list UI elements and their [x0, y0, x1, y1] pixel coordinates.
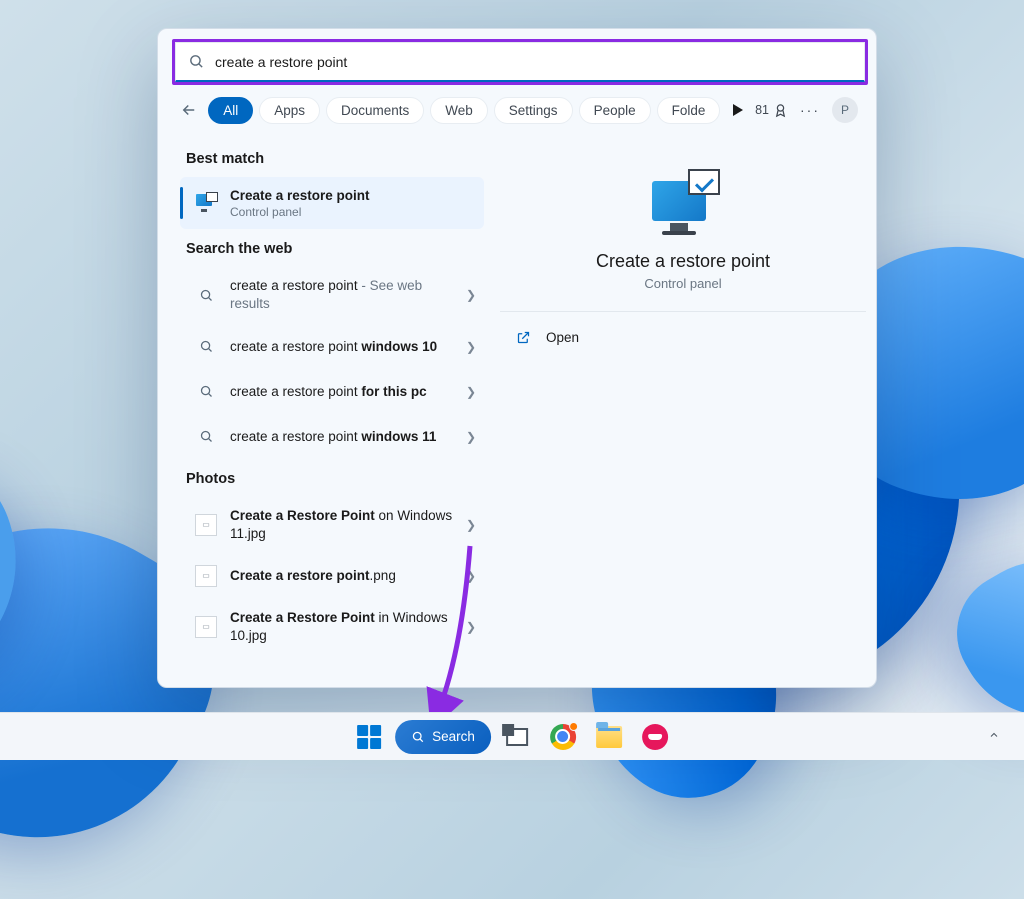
- photo-result[interactable]: ▭ Create a Restore Point on Windows 11.j…: [180, 497, 484, 553]
- arrow-left-icon: [180, 101, 198, 119]
- section-photos: Photos: [186, 471, 484, 487]
- open-action[interactable]: Open: [510, 318, 856, 356]
- tray-overflow-button[interactable]: [978, 723, 1010, 750]
- result-title: create a restore point - See web results: [230, 277, 460, 313]
- chevron-up-icon: [988, 729, 1000, 741]
- web-result[interactable]: create a restore point - See web results…: [180, 267, 484, 323]
- app-icon: [642, 724, 668, 750]
- web-result[interactable]: create a restore point windows 11 ❯: [180, 415, 484, 459]
- taskbar-search-label: Search: [432, 729, 475, 744]
- search-icon: [194, 335, 218, 359]
- results-column: Best match Create a restore point Contro…: [166, 133, 488, 657]
- restore-point-large-icon: [646, 169, 720, 235]
- taskbar-search-button[interactable]: Search: [395, 720, 491, 754]
- open-label: Open: [546, 330, 579, 345]
- result-title: create a restore point windows 11: [230, 428, 460, 446]
- filter-folders[interactable]: Folde: [657, 97, 721, 124]
- search-icon: [188, 53, 205, 70]
- chevron-right-icon: ❯: [466, 385, 476, 399]
- image-thumb-icon: ▭: [194, 564, 218, 588]
- app-button[interactable]: [635, 717, 675, 757]
- search-icon: [194, 380, 218, 404]
- chevron-right-icon: ❯: [466, 620, 476, 634]
- search-icon: [194, 283, 218, 307]
- search-icon: [194, 425, 218, 449]
- more-options[interactable]: ···: [800, 102, 820, 118]
- medal-icon: [773, 103, 788, 118]
- chevron-right-icon: ❯: [466, 430, 476, 444]
- filter-web[interactable]: Web: [430, 97, 488, 124]
- photo-result[interactable]: ▭ Create a Restore Point in Windows 10.j…: [180, 599, 484, 655]
- preview-subtitle: Control panel: [510, 276, 856, 291]
- windows-icon: [357, 725, 381, 749]
- open-icon: [514, 328, 532, 346]
- restore-point-icon: [194, 191, 218, 215]
- chevron-right-icon: ❯: [466, 518, 476, 532]
- preview-column: Create a restore point Control panel Ope…: [488, 133, 868, 657]
- user-avatar[interactable]: P: [832, 97, 858, 123]
- file-explorer-icon: [596, 726, 622, 748]
- section-best-match: Best match: [186, 151, 484, 167]
- chevron-right-icon: ❯: [466, 569, 476, 583]
- chrome-icon: [550, 724, 576, 750]
- result-subtitle: Control panel: [230, 205, 476, 219]
- filter-settings[interactable]: Settings: [494, 97, 573, 124]
- web-result[interactable]: create a restore point windows 10 ❯: [180, 325, 484, 369]
- result-title: Create a Restore Point on Windows 11.jpg: [230, 507, 460, 543]
- search-icon: [411, 730, 425, 744]
- divider: [500, 311, 866, 312]
- chevron-right-icon: ❯: [466, 288, 476, 302]
- task-view-icon: [506, 728, 528, 746]
- search-bar[interactable]: [175, 42, 865, 82]
- search-highlight: [172, 39, 868, 85]
- chevron-right-icon: ❯: [466, 340, 476, 354]
- rewards-badge[interactable]: 81: [755, 103, 788, 118]
- task-view-button[interactable]: [497, 717, 537, 757]
- image-thumb-icon: ▭: [194, 513, 218, 537]
- search-panel: All Apps Documents Web Settings People F…: [157, 28, 877, 688]
- filter-all[interactable]: All: [208, 97, 253, 124]
- result-title: Create a Restore Point in Windows 10.jpg: [230, 609, 460, 645]
- result-title: create a restore point for this pc: [230, 383, 460, 401]
- result-best-match[interactable]: Create a restore point Control panel: [180, 177, 484, 229]
- taskbar: Search: [0, 712, 1024, 760]
- search-input[interactable]: [215, 54, 852, 70]
- filter-more[interactable]: [726, 104, 749, 116]
- filter-apps[interactable]: Apps: [259, 97, 320, 124]
- result-title: Create a restore point: [230, 187, 476, 205]
- result-title: Create a restore point.png: [230, 567, 460, 585]
- rewards-points: 81: [755, 103, 769, 117]
- play-icon: [733, 104, 743, 116]
- photo-result[interactable]: ▭ Create a restore point.png ❯: [180, 554, 484, 598]
- filter-documents[interactable]: Documents: [326, 97, 424, 124]
- section-search-web: Search the web: [186, 241, 484, 257]
- result-title: create a restore point windows 10: [230, 338, 460, 356]
- chrome-button[interactable]: [543, 717, 583, 757]
- image-thumb-icon: ▭: [194, 615, 218, 639]
- back-button[interactable]: [176, 95, 202, 125]
- filter-row: All Apps Documents Web Settings People F…: [158, 85, 876, 133]
- web-result[interactable]: create a restore point for this pc ❯: [180, 370, 484, 414]
- explorer-button[interactable]: [589, 717, 629, 757]
- preview-title: Create a restore point: [510, 251, 856, 272]
- start-button[interactable]: [349, 717, 389, 757]
- filter-people[interactable]: People: [579, 97, 651, 124]
